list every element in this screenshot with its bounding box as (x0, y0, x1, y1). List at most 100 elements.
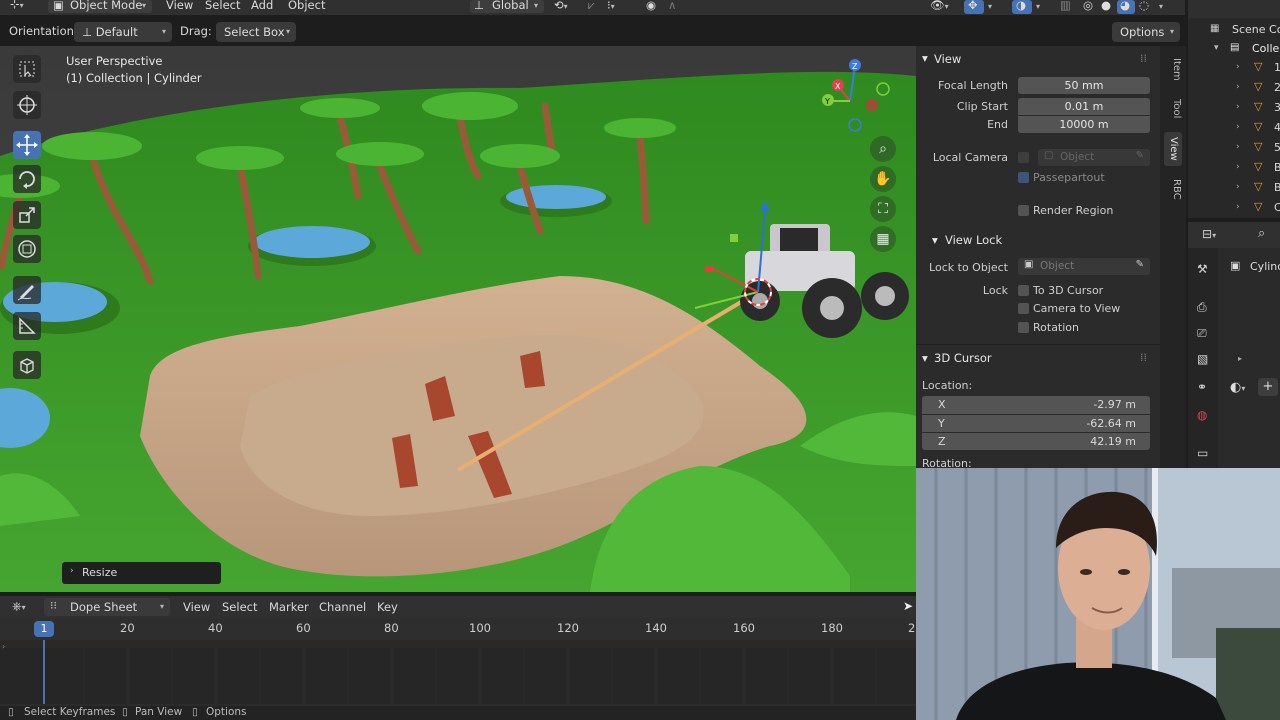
measure-tool[interactable] (13, 312, 41, 340)
collection-tab-icon[interactable]: ▭ (1197, 446, 1208, 460)
rotate-tool[interactable] (13, 165, 41, 193)
chevron-right-icon[interactable]: ▸ (1238, 354, 1242, 363)
chevron-right-icon[interactable]: › (1236, 202, 1240, 212)
to-3d-cursor-checkbox[interactable] (1018, 285, 1029, 296)
chevron-right-icon[interactable]: › (2, 642, 5, 651)
xray-icon[interactable]: ▥ (1060, 0, 1071, 12)
falloff-icon[interactable]: ∧ (668, 0, 676, 12)
active-object-name[interactable]: Cylinc (1250, 260, 1280, 273)
rendered-shading-icon[interactable]: ◌ (1139, 0, 1149, 12)
snap-target-icon[interactable]: ⁝▾ (607, 0, 615, 12)
chevron-down-icon[interactable]: ▾ (922, 351, 928, 365)
chevron-right-icon[interactable]: › (1236, 162, 1240, 172)
last-operator-panel[interactable]: › Resize (62, 562, 221, 584)
cursor-z-field[interactable]: Z 42.19 m (922, 433, 1150, 450)
chevron-down-icon[interactable]: ▾ (932, 233, 938, 247)
rotation-lock-checkbox[interactable] (1018, 322, 1029, 333)
drag-dropdown[interactable]: Select Box ▾ (216, 22, 296, 42)
3d-viewport[interactable]: Z X Y User Perspective (1) Collection | … (0, 46, 916, 592)
options-dropdown[interactable]: Options ▾ (1112, 22, 1180, 42)
render-tab-icon[interactable]: ⎙ (1197, 300, 1207, 315)
drag-handle-icon[interactable]: ⁞⁞ (1140, 351, 1147, 364)
render-region-checkbox[interactable] (1018, 205, 1029, 216)
select-box-tool[interactable] (13, 55, 41, 83)
chevron-down-icon[interactable]: ▾ (1214, 43, 1219, 53)
clip-start-field[interactable]: 0.01 m (1018, 98, 1150, 115)
ds-menu-marker[interactable]: Marker (269, 600, 309, 614)
menu-add[interactable]: Add (251, 0, 273, 12)
tab-tool[interactable]: Tool (1164, 94, 1182, 124)
overlay-toggle[interactable]: ◑ (1012, 0, 1032, 14)
chevron-down-icon[interactable]: ▾ (1159, 0, 1163, 12)
frame-ruler[interactable]: 1 20 40 60 80 100 120 140 160 180 2 (0, 618, 916, 640)
tool-tab-icon[interactable]: ⚒ (1197, 262, 1208, 276)
ds-menu-view[interactable]: View (183, 600, 210, 614)
clip-end-field[interactable]: 10000 m (1018, 116, 1150, 133)
menu-object[interactable]: Object (288, 0, 325, 12)
tab-item[interactable]: Item (1164, 54, 1182, 84)
local-camera-field[interactable]: ▢ Object ✎ (1038, 149, 1150, 166)
focal-length-field[interactable]: 50 mm (1018, 77, 1150, 94)
view-section-header[interactable]: View (934, 52, 961, 66)
cursor-x-field[interactable]: X -2.97 m (922, 396, 1150, 414)
chevron-right-icon[interactable]: › (1236, 142, 1240, 152)
scene-collection-label[interactable]: Scene Co (1232, 23, 1280, 36)
camera-view-button[interactable]: ⛶ (870, 196, 896, 222)
current-frame-indicator[interactable]: 1 (34, 621, 54, 637)
3d-cursor-header[interactable]: 3D Cursor (934, 351, 992, 365)
view-layer-tab-icon[interactable]: ▧ (1197, 352, 1208, 366)
dope-sheet-mode-dropdown[interactable]: ⁝⁝ Dope Sheet ▾ (44, 598, 170, 616)
chevron-down-icon[interactable]: ▾ (988, 0, 992, 12)
orientation-dropdown[interactable]: ⊥ Global ▾ (470, 0, 544, 13)
chevron-right-icon[interactable]: › (1236, 82, 1240, 92)
solid-shading-icon[interactable]: ● (1101, 0, 1111, 12)
outliner-item[interactable]: C (1274, 201, 1280, 214)
move-tool[interactable] (13, 131, 41, 159)
outliner-item[interactable]: B (1274, 161, 1280, 174)
chevron-down-icon[interactable]: ▾ (1036, 0, 1040, 12)
camera-to-view-checkbox[interactable] (1018, 303, 1029, 314)
cursor-y-field[interactable]: Y -62.64 m (922, 415, 1150, 432)
outliner-item[interactable]: 2 (1274, 81, 1280, 94)
cursor-tool[interactable] (13, 91, 41, 119)
editor-type-icon[interactable]: ⎈▾ (12, 599, 26, 614)
outliner-item[interactable]: B (1274, 181, 1280, 194)
scene-tab-icon[interactable]: ⚭ (1197, 380, 1207, 394)
tab-rbc[interactable]: RBC (1164, 174, 1182, 204)
chevron-right-icon[interactable]: › (1236, 182, 1240, 192)
view-lock-header[interactable]: View Lock (945, 233, 1002, 247)
world-tab-icon[interactable]: ◍ (1197, 408, 1207, 422)
pan-button[interactable]: ✋ (870, 166, 896, 192)
scale-tool[interactable] (13, 201, 41, 229)
wireframe-shading-icon[interactable]: ◎ (1083, 0, 1093, 12)
visibility-icon[interactable]: 👁▾ (930, 0, 949, 12)
add-button[interactable]: + (1258, 378, 1278, 396)
ds-menu-key[interactable]: Key (377, 600, 398, 614)
collection-label[interactable]: Colle (1252, 42, 1279, 55)
ds-menu-select[interactable]: Select (222, 600, 257, 614)
zoom-button[interactable]: ⌕ (870, 136, 896, 162)
outliner-item[interactable]: 3 (1274, 101, 1280, 114)
local-camera-checkbox[interactable] (1018, 152, 1029, 163)
ds-menu-channel[interactable]: Channel (319, 600, 366, 614)
cursor-arrow-icon[interactable]: ➤ (903, 599, 913, 613)
snap-icon[interactable]: ⩗ (588, 0, 595, 13)
pivot-icon[interactable]: ⟲▾ (554, 0, 568, 12)
chevron-right-icon[interactable]: › (1236, 122, 1240, 132)
chevron-right-icon[interactable]: › (1236, 102, 1240, 112)
mode-dropdown[interactable]: ▣ Object Mode ▾ (48, 0, 152, 13)
outliner-item[interactable]: 5 (1274, 141, 1280, 154)
drag-handle-icon[interactable]: ⁞⁞ (1140, 52, 1147, 65)
ortho-toggle-button[interactable]: ▦ (870, 226, 896, 252)
material-shading-button[interactable]: ◕ (1117, 0, 1135, 14)
chevron-right-icon[interactable]: › (1236, 62, 1240, 72)
outliner-item[interactable]: 4 (1274, 121, 1280, 134)
passepartout-checkbox[interactable] (1018, 172, 1029, 183)
lock-to-object-field[interactable]: ▣ Object ✎ (1018, 258, 1150, 275)
transform-tool[interactable] (13, 235, 41, 263)
tab-view[interactable]: View (1164, 132, 1182, 166)
add-cube-tool[interactable] (13, 351, 41, 379)
output-tab-icon[interactable]: ⎚ (1197, 326, 1207, 341)
editor-type-icon[interactable]: ⊟▾ (1202, 227, 1216, 241)
search-icon[interactable]: ⌕ (1258, 226, 1265, 241)
